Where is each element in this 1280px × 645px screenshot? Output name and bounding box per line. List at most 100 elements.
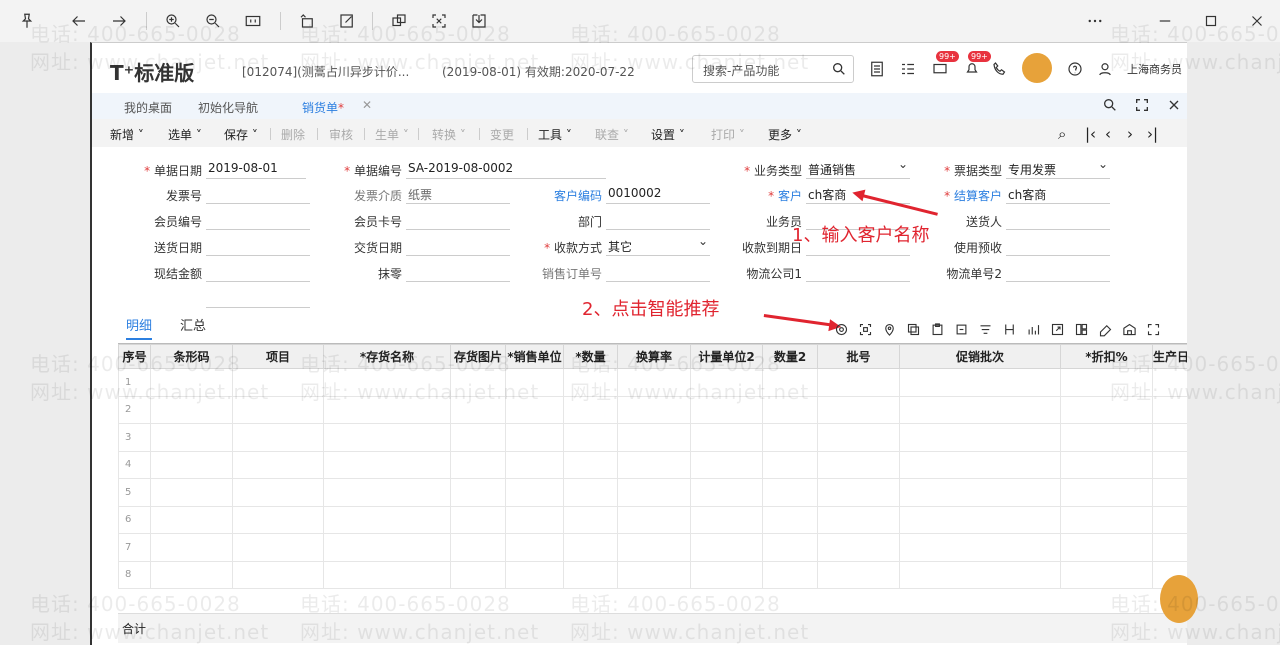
pin-icon[interactable]: [16, 10, 38, 32]
table-row[interactable]: 7: [118, 533, 1187, 562]
grid-cell[interactable]: [899, 395, 1061, 424]
tab-desktop[interactable]: 我的桌面: [124, 99, 172, 116]
back-arrow-icon[interactable]: [68, 10, 90, 32]
tab-expand-icon[interactable]: [1134, 97, 1152, 115]
assistant-monkey-icon[interactable]: [1022, 53, 1052, 83]
forward-arrow-icon[interactable]: [108, 10, 130, 32]
grid-cell[interactable]: [617, 533, 691, 562]
col-quantity[interactable]: *数量: [563, 344, 618, 369]
grid-cell[interactable]: [762, 478, 818, 507]
table-row[interactable]: 4: [118, 450, 1187, 479]
grid-cell[interactable]: [323, 478, 451, 507]
new-button[interactable]: 新增 ˅: [110, 126, 144, 143]
settings-button[interactable]: 设置 ˅: [651, 126, 685, 143]
doc-no-field[interactable]: SA-2019-08-0002: [406, 161, 606, 179]
last-record-icon[interactable]: ›|: [1147, 125, 1158, 143]
minimize-icon[interactable]: [1154, 10, 1176, 32]
grid-cell[interactable]: [323, 505, 451, 534]
grid-cell[interactable]: [1060, 560, 1153, 589]
grid-cell[interactable]: [762, 505, 818, 534]
subtab-summary[interactable]: 汇总: [180, 315, 206, 334]
edit-icon[interactable]: [336, 10, 358, 32]
grid-cell[interactable]: [150, 478, 233, 507]
grid-cell[interactable]: [150, 423, 233, 452]
grid-cell[interactable]: [899, 423, 1061, 452]
table-row[interactable]: 1: [118, 368, 1187, 397]
grid-cell[interactable]: [563, 368, 618, 397]
grid-cell[interactable]: [762, 560, 818, 589]
table-row[interactable]: 8: [118, 560, 1187, 589]
grid-cell[interactable]: [817, 533, 900, 562]
grid-cell[interactable]: [505, 395, 564, 424]
col-quantity2[interactable]: 数量2: [762, 344, 818, 369]
grid-cell[interactable]: [899, 505, 1061, 534]
grid-cell[interactable]: [899, 533, 1061, 562]
smart-recommend-icon[interactable]: [834, 322, 850, 338]
grid-cell[interactable]: [762, 533, 818, 562]
tools-button[interactable]: 工具 ˅: [538, 126, 572, 143]
grid-cell[interactable]: [817, 505, 900, 534]
grid-cell[interactable]: [899, 368, 1061, 397]
subtab-detail[interactable]: 明细: [126, 315, 153, 340]
calculator-icon[interactable]: [867, 59, 887, 79]
scan-icon[interactable]: [858, 322, 874, 338]
generate-button[interactable]: 生单 ˅: [375, 126, 409, 143]
grid-cell[interactable]: [762, 450, 818, 479]
grid-cell[interactable]: [323, 560, 451, 589]
grid-cell[interactable]: [617, 560, 691, 589]
select-button[interactable]: 选单 ˅: [168, 126, 202, 143]
find-icon[interactable]: ⌕: [1058, 125, 1066, 143]
actual-size-icon[interactable]: [242, 10, 264, 32]
grid-cell[interactable]: [1152, 478, 1187, 507]
grid-cell[interactable]: [563, 533, 618, 562]
grid-cell[interactable]: [563, 423, 618, 452]
message-icon[interactable]: 99+: [930, 51, 959, 79]
grid-cell[interactable]: [563, 395, 618, 424]
grid-cell[interactable]: [1152, 505, 1187, 534]
eraser-icon[interactable]: [1098, 322, 1114, 338]
label-customer[interactable]: * 客户: [692, 187, 802, 204]
maximize-icon[interactable]: [1200, 10, 1222, 32]
split-icon[interactable]: [1002, 322, 1018, 338]
warehouse-icon[interactable]: [1122, 322, 1138, 338]
grid-cell[interactable]: [762, 423, 818, 452]
grid-cell[interactable]: [899, 560, 1061, 589]
table-row[interactable]: 2: [118, 395, 1187, 424]
grid-cell[interactable]: [690, 533, 763, 562]
delete-button[interactable]: 删除: [281, 126, 305, 143]
grid-cell[interactable]: [232, 450, 324, 479]
grid-cell[interactable]: [690, 423, 763, 452]
col-conversion-rate[interactable]: 换算率: [617, 344, 691, 369]
location-icon[interactable]: [882, 322, 898, 338]
label-customer-code[interactable]: 客户编码: [492, 187, 602, 204]
print-button[interactable]: 打印 ˅: [711, 126, 745, 143]
grid-cell[interactable]: [323, 450, 451, 479]
grid-cell[interactable]: [323, 423, 451, 452]
batch-icon[interactable]: [954, 322, 970, 338]
grid-cell[interactable]: [690, 395, 763, 424]
grid-cell[interactable]: [762, 368, 818, 397]
grid-cell[interactable]: [899, 450, 1061, 479]
grid-cell[interactable]: [450, 395, 506, 424]
grid-cell[interactable]: [817, 450, 900, 479]
grid-cell[interactable]: [505, 368, 564, 397]
crop-icon[interactable]: [388, 10, 410, 32]
grid-cell[interactable]: [617, 368, 691, 397]
grid-cell[interactable]: [690, 450, 763, 479]
grid-cell[interactable]: [690, 478, 763, 507]
grid-cell[interactable]: [505, 423, 564, 452]
tab-search-icon[interactable]: [1102, 97, 1120, 115]
user-name[interactable]: 上海商务员: [1127, 61, 1182, 77]
table-row[interactable]: 3: [118, 423, 1187, 452]
close-icon[interactable]: [1246, 10, 1268, 32]
col-batch-no[interactable]: 批号: [817, 344, 900, 369]
grid-cell[interactable]: [817, 423, 900, 452]
grid-cell[interactable]: [617, 395, 691, 424]
col-production-date[interactable]: 生产日: [1152, 344, 1187, 369]
doc-date-field[interactable]: 2019-08-01: [206, 161, 306, 179]
grid-cell[interactable]: [150, 560, 233, 589]
grid-cell[interactable]: [150, 505, 233, 534]
grid-cell[interactable]: [232, 423, 324, 452]
grid-cell[interactable]: [1060, 478, 1153, 507]
grid-cell[interactable]: [563, 450, 618, 479]
